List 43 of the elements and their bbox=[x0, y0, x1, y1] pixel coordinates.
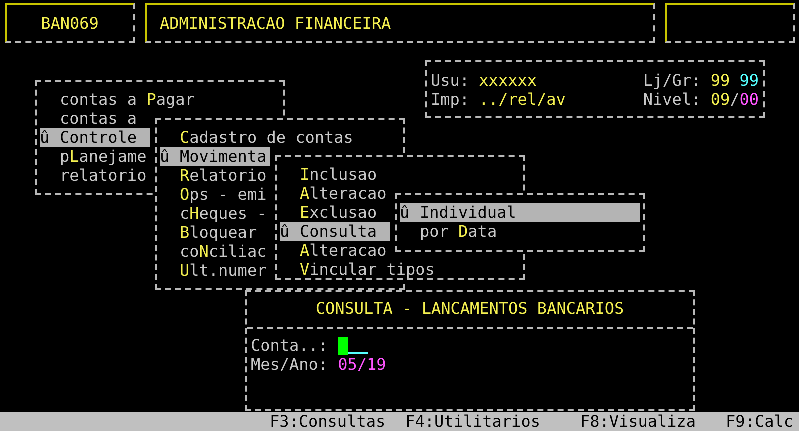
user-label: Usu: bbox=[431, 71, 470, 90]
input-field[interactable] bbox=[338, 336, 368, 355]
function-key-hint[interactable]: F8:Visualiza bbox=[580, 412, 696, 431]
menu-item[interactable]: coNciliac bbox=[160, 242, 270, 261]
menu-item[interactable]: por Data bbox=[400, 222, 640, 241]
menu-item[interactable]: Ops - emi bbox=[160, 185, 270, 204]
menu-item[interactable]: Inclusao bbox=[280, 165, 390, 184]
menu-item[interactable]: Exclusao bbox=[280, 203, 390, 222]
function-key-hint[interactable]: F9:Calc bbox=[726, 412, 794, 431]
level-major: 09 bbox=[710, 90, 730, 109]
menu-item[interactable]: relatorio bbox=[40, 166, 150, 185]
menu-item[interactable]: contas a Pagar bbox=[40, 90, 195, 109]
menu-item[interactable]: contas a bbox=[40, 109, 150, 128]
dialog-title: CONSULTA - LANCAMENTOS BANCARIOS bbox=[247, 292, 693, 329]
level-label: Nivel: bbox=[643, 90, 702, 109]
user-value: xxxxxx bbox=[479, 71, 537, 90]
menu-item[interactable]: Alteracao bbox=[280, 241, 390, 260]
function-key-hint[interactable]: F3:Consultas bbox=[270, 412, 386, 431]
level-minor: 00 bbox=[740, 90, 759, 109]
program-code: BAN069 bbox=[41, 14, 99, 32]
menu-item[interactable]: Relatorio bbox=[160, 166, 270, 185]
field-label: Mes/Ano: bbox=[251, 355, 328, 374]
menu-item[interactable]: Bloquear bbox=[160, 223, 270, 242]
field-label: Conta..: bbox=[251, 336, 328, 355]
menu-item[interactable]: û Controle bbox=[40, 128, 150, 147]
menu-item[interactable]: û Consulta bbox=[280, 222, 390, 241]
menu-item[interactable]: cHeques - bbox=[160, 204, 270, 223]
store-value: 99 bbox=[710, 71, 730, 90]
function-key-hint[interactable]: F4:Utilitarios bbox=[406, 412, 540, 431]
printer-label: Imp: bbox=[431, 90, 470, 109]
level-separator: / bbox=[730, 90, 740, 109]
system-title: ADMINISTRACAO FINANCEIRA bbox=[160, 14, 392, 32]
store-group-label: Lj/Gr: bbox=[643, 71, 702, 90]
printer-value: ../rel/av bbox=[479, 90, 566, 109]
menu-item[interactable]: û Individual bbox=[400, 203, 640, 222]
menu-item[interactable]: û Movimenta bbox=[160, 147, 270, 166]
menu-item[interactable]: Vincular tipos bbox=[280, 260, 435, 278]
group-value: 99 bbox=[740, 71, 759, 90]
menu-item[interactable]: Cadastro de contas bbox=[160, 128, 354, 147]
menu-item[interactable]: Ult.numer bbox=[160, 261, 270, 280]
menu-item[interactable]: pLanejame bbox=[40, 147, 150, 166]
menu-item[interactable]: Alteracao bbox=[280, 184, 390, 203]
input-field[interactable]: 05/19 bbox=[338, 355, 386, 374]
